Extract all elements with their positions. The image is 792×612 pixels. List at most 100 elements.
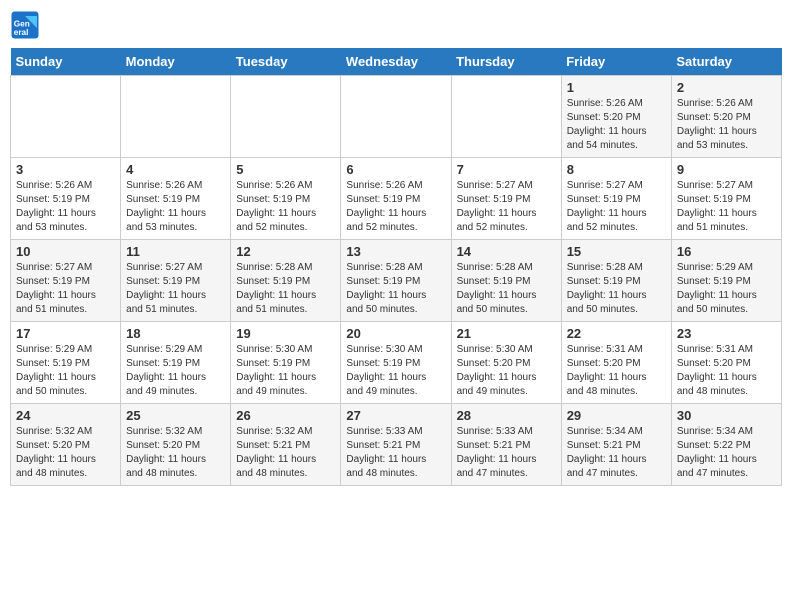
calendar-cell: 19 Sunrise: 5:30 AM Sunset: 5:19 PM Dayli…	[231, 322, 341, 404]
weekday-header-row: SundayMondayTuesdayWednesdayThursdayFrid…	[11, 48, 782, 76]
day-number: 19	[236, 326, 335, 341]
calendar-cell	[121, 76, 231, 158]
day-info: Sunrise: 5:26 AM Sunset: 5:19 PM Dayligh…	[236, 179, 335, 235]
day-number: 20	[346, 326, 445, 341]
day-number: 21	[457, 326, 556, 341]
calendar-cell	[11, 76, 121, 158]
day-number: 5	[236, 162, 335, 177]
day-info: Sunrise: 5:27 AM Sunset: 5:19 PM Dayligh…	[457, 179, 556, 235]
day-info: Sunrise: 5:28 AM Sunset: 5:19 PM Dayligh…	[457, 261, 556, 317]
day-info: Sunrise: 5:31 AM Sunset: 5:20 PM Dayligh…	[567, 343, 666, 399]
calendar-table: SundayMondayTuesdayWednesdayThursdayFrid…	[10, 48, 782, 486]
weekday-header-monday: Monday	[121, 48, 231, 76]
day-number: 1	[567, 80, 666, 95]
day-number: 8	[567, 162, 666, 177]
day-info: Sunrise: 5:30 AM Sunset: 5:20 PM Dayligh…	[457, 343, 556, 399]
day-info: Sunrise: 5:27 AM Sunset: 5:19 PM Dayligh…	[677, 179, 776, 235]
logo: Gen eral	[10, 10, 44, 40]
day-info: Sunrise: 5:26 AM Sunset: 5:19 PM Dayligh…	[16, 179, 115, 235]
day-number: 3	[16, 162, 115, 177]
calendar-cell: 21 Sunrise: 5:30 AM Sunset: 5:20 PM Dayli…	[451, 322, 561, 404]
day-number: 4	[126, 162, 225, 177]
day-number: 9	[677, 162, 776, 177]
day-number: 2	[677, 80, 776, 95]
day-number: 23	[677, 326, 776, 341]
calendar-cell: 18 Sunrise: 5:29 AM Sunset: 5:19 PM Dayli…	[121, 322, 231, 404]
calendar-cell: 4 Sunrise: 5:26 AM Sunset: 5:19 PM Daylig…	[121, 158, 231, 240]
day-info: Sunrise: 5:26 AM Sunset: 5:20 PM Dayligh…	[567, 97, 666, 153]
day-number: 13	[346, 244, 445, 259]
calendar-cell: 6Sunrise: 5:26 AM Sunset: 5:19 PM Daylig…	[341, 158, 451, 240]
day-number: 25	[126, 408, 225, 423]
day-number: 27	[346, 408, 445, 423]
calendar-cell: 2 Sunrise: 5:26 AM Sunset: 5:20 PM Daylig…	[671, 76, 781, 158]
calendar-cell: 9 Sunrise: 5:27 AM Sunset: 5:19 PM Daylig…	[671, 158, 781, 240]
calendar-cell: 7 Sunrise: 5:27 AM Sunset: 5:19 PM Daylig…	[451, 158, 561, 240]
calendar-cell	[231, 76, 341, 158]
calendar-header: SundayMondayTuesdayWednesdayThursdayFrid…	[11, 48, 782, 76]
calendar-cell: 28 Sunrise: 5:33 AM Sunset: 5:21 PM Dayli…	[451, 404, 561, 486]
day-number: 28	[457, 408, 556, 423]
day-info: Sunrise: 5:29 AM Sunset: 5:19 PM Dayligh…	[126, 343, 225, 399]
page-header: Gen eral	[10, 10, 782, 40]
day-number: 24	[16, 408, 115, 423]
svg-text:eral: eral	[14, 28, 29, 37]
calendar-cell	[341, 76, 451, 158]
calendar-cell	[451, 76, 561, 158]
day-info: Sunrise: 5:34 AM Sunset: 5:21 PM Dayligh…	[567, 425, 666, 481]
calendar-cell: 24Sunrise: 5:32 AM Sunset: 5:20 PM Dayli…	[11, 404, 121, 486]
day-info: Sunrise: 5:32 AM Sunset: 5:20 PM Dayligh…	[126, 425, 225, 481]
calendar-cell: 15Sunrise: 5:28 AM Sunset: 5:19 PM Dayli…	[561, 240, 671, 322]
calendar-cell: 12 Sunrise: 5:28 AM Sunset: 5:19 PM Dayli…	[231, 240, 341, 322]
day-number: 7	[457, 162, 556, 177]
day-number: 30	[677, 408, 776, 423]
weekday-header-sunday: Sunday	[11, 48, 121, 76]
day-number: 17	[16, 326, 115, 341]
calendar-cell: 27Sunrise: 5:33 AM Sunset: 5:21 PM Dayli…	[341, 404, 451, 486]
day-number: 29	[567, 408, 666, 423]
day-number: 18	[126, 326, 225, 341]
calendar-cell: 11 Sunrise: 5:27 AM Sunset: 5:19 PM Dayli…	[121, 240, 231, 322]
day-number: 16	[677, 244, 776, 259]
day-info: Sunrise: 5:30 AM Sunset: 5:19 PM Dayligh…	[236, 343, 335, 399]
day-number: 14	[457, 244, 556, 259]
day-info: Sunrise: 5:33 AM Sunset: 5:21 PM Dayligh…	[457, 425, 556, 481]
calendar-cell: 1 Sunrise: 5:26 AM Sunset: 5:20 PM Daylig…	[561, 76, 671, 158]
day-number: 22	[567, 326, 666, 341]
calendar-cell: 30 Sunrise: 5:34 AM Sunset: 5:22 PM Dayli…	[671, 404, 781, 486]
day-info: Sunrise: 5:34 AM Sunset: 5:22 PM Dayligh…	[677, 425, 776, 481]
day-info: Sunrise: 5:27 AM Sunset: 5:19 PM Dayligh…	[126, 261, 225, 317]
weekday-header-thursday: Thursday	[451, 48, 561, 76]
calendar-cell: 3 Sunrise: 5:26 AM Sunset: 5:19 PM Daylig…	[11, 158, 121, 240]
day-info: Sunrise: 5:26 AM Sunset: 5:19 PM Dayligh…	[126, 179, 225, 235]
day-info: Sunrise: 5:28 AM Sunset: 5:19 PM Dayligh…	[236, 261, 335, 317]
calendar-week-row: 3 Sunrise: 5:26 AM Sunset: 5:19 PM Daylig…	[11, 158, 782, 240]
calendar-cell: 22 Sunrise: 5:31 AM Sunset: 5:20 PM Dayli…	[561, 322, 671, 404]
weekday-header-tuesday: Tuesday	[231, 48, 341, 76]
weekday-header-friday: Friday	[561, 48, 671, 76]
logo-icon: Gen eral	[10, 10, 40, 40]
day-info: Sunrise: 5:28 AM Sunset: 5:19 PM Dayligh…	[346, 261, 445, 317]
calendar-body: 1 Sunrise: 5:26 AM Sunset: 5:20 PM Daylig…	[11, 76, 782, 486]
calendar-cell: 20 Sunrise: 5:30 AM Sunset: 5:19 PM Dayli…	[341, 322, 451, 404]
day-info: Sunrise: 5:26 AM Sunset: 5:20 PM Dayligh…	[677, 97, 776, 153]
day-info: Sunrise: 5:30 AM Sunset: 5:19 PM Dayligh…	[346, 343, 445, 399]
calendar-week-row: 1 Sunrise: 5:26 AM Sunset: 5:20 PM Daylig…	[11, 76, 782, 158]
day-info: Sunrise: 5:27 AM Sunset: 5:19 PM Dayligh…	[16, 261, 115, 317]
day-info: Sunrise: 5:29 AM Sunset: 5:19 PM Dayligh…	[16, 343, 115, 399]
day-info: Sunrise: 5:29 AM Sunset: 5:19 PM Dayligh…	[677, 261, 776, 317]
calendar-cell: 25 Sunrise: 5:32 AM Sunset: 5:20 PM Dayli…	[121, 404, 231, 486]
day-info: Sunrise: 5:32 AM Sunset: 5:21 PM Dayligh…	[236, 425, 335, 481]
calendar-week-row: 24 Sunrise: 5:32 AM Sunset: 5:20 PM Dayli…	[11, 404, 782, 486]
calendar-cell: 29 Sunrise: 5:34 AM Sunset: 5:21 PM Dayli…	[561, 404, 671, 486]
day-info: Sunrise: 5:27 AM Sunset: 5:19 PM Dayligh…	[567, 179, 666, 235]
day-number: 12	[236, 244, 335, 259]
day-number: 10	[16, 244, 115, 259]
calendar-cell: 23Sunrise: 5:31 AM Sunset: 5:20 PM Dayli…	[671, 322, 781, 404]
day-number: 6	[346, 162, 445, 177]
weekday-header-saturday: Saturday	[671, 48, 781, 76]
calendar-cell: 17 Sunrise: 5:29 AM Sunset: 5:19 PM Dayli…	[11, 322, 121, 404]
weekday-header-wednesday: Wednesday	[341, 48, 451, 76]
calendar-week-row: 10 Sunrise: 5:27 AM Sunset: 5:19 PM Dayli…	[11, 240, 782, 322]
day-number: 11	[126, 244, 225, 259]
